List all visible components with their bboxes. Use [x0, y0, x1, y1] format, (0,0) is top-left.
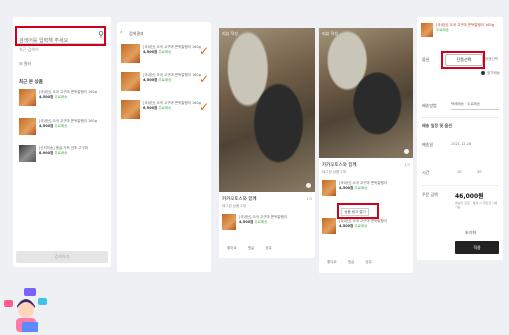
highlight-box	[15, 26, 106, 46]
product-thumbnail	[121, 72, 140, 91]
list-item[interactable]: [국내산] 오곡 고구마 쫀득말랭이 160g 4,500원 무료배송	[19, 89, 109, 113]
option-bundle-button[interactable]: 묶음선택	[485, 57, 498, 62]
product-thumbnail	[121, 100, 140, 119]
photo-caption: 리뷰 작성	[322, 31, 338, 36]
divider	[421, 185, 499, 186]
like-link[interactable]: 좋아요	[327, 260, 337, 264]
highlight-box	[441, 51, 485, 69]
hour-field[interactable]: 10	[457, 170, 461, 174]
product-thumbnail	[222, 214, 236, 230]
checkmark-icon: ✓	[198, 100, 209, 114]
list-item[interactable]: [국내산] 오곡 고구마 쫀득말랭이 4,500원 무료배송	[222, 214, 310, 234]
product-price: 4,500원	[339, 224, 354, 228]
total-amount: 46,000원	[455, 193, 484, 200]
results-panel: ‹ 검색결과 [국내산] 오곡 고구마 쫀득말랭이 160g 4,500원 무료…	[117, 22, 211, 272]
time-label: 시간	[422, 170, 430, 175]
product-tag: 무료배송	[54, 124, 68, 128]
radio-dot-icon	[481, 71, 485, 75]
list-item[interactable]: [국내산] 오곡 고구마 쫀득말랭이 160g 4,500원 무료배송	[19, 118, 109, 142]
like-link[interactable]: 좋아요	[227, 246, 237, 250]
total-label: 주문 금액	[422, 192, 438, 197]
minute-field[interactable]: 30	[477, 170, 481, 174]
tag-dot-icon[interactable]	[306, 183, 311, 188]
product-thumbnail	[121, 44, 140, 63]
product-price: 4,500원	[143, 50, 158, 54]
product-price: 8,900원	[39, 151, 54, 155]
post-subtitle: 태그된 상품 2개	[322, 170, 346, 174]
product-thumbnail	[322, 218, 336, 234]
post-counter: 1/3	[404, 163, 410, 167]
reset-button[interactable]: 초기화	[465, 230, 476, 236]
mascot-illustration	[4, 288, 47, 332]
post-screen-a: 리뷰 작성 카카오토스와 함께 1/3 태그된 상품 2개 [국내산] 오곡 고…	[219, 28, 315, 258]
checkmark-icon: ✓	[198, 72, 209, 86]
list-item[interactable]: [국내산] 오곡 고구마 쫀득말랭이 160g 6,900원 무료배송 ✓	[121, 100, 209, 125]
product-price: 4,500원	[39, 124, 54, 128]
post-counter: 1/3	[306, 197, 312, 201]
filter-button[interactable]: ☰ 필터	[19, 61, 31, 67]
share-link[interactable]: 공유	[365, 260, 371, 264]
product-thumbnail	[19, 118, 36, 135]
product-price: 4,500원	[339, 186, 354, 190]
date-field[interactable]: 2021.12.28	[451, 142, 471, 146]
product-thumbnail	[19, 145, 36, 162]
post-actions: 좋아요 댓글 공유	[227, 246, 282, 251]
radio-label: 정기배송	[487, 71, 500, 75]
post-actions: 좋아요 댓글 공유	[327, 260, 382, 265]
product-tag: 무료배송	[54, 151, 68, 155]
subscription-radio[interactable]: 정기배송	[481, 71, 500, 76]
product-tag: 무료배송	[254, 220, 268, 224]
comment-link[interactable]: 댓글	[248, 246, 254, 250]
post-screen-b: 리뷰 작성 카카오토스와 함께 1/3 태그된 상품 2개 [국내산] 오곡 고…	[319, 28, 413, 273]
product-price: 4,500원	[143, 78, 158, 82]
total-note: 배송비 포함 · 결제 시 적립금 사용 가능	[455, 201, 498, 209]
product-price: 6,900원	[143, 106, 158, 110]
list-item[interactable]: [국내산] 오곡 고구마 쫀득말랭이 160g 4,500원 무료배송 ✓	[121, 44, 209, 69]
product-tag: 무료배송	[436, 28, 449, 32]
recent-search-label: 최근 검색어	[19, 47, 39, 52]
list-item[interactable]: [국내산] 오곡 고구마 쫀득말랭이 160g 4,500원 무료배송 ✓	[121, 72, 209, 97]
product-tag: 무료배송	[158, 78, 172, 82]
post-title: 카카오토스와 함께	[222, 197, 257, 202]
product-thumbnail	[322, 180, 336, 196]
product-price: 4,500원	[39, 95, 54, 99]
highlight-box	[337, 203, 379, 219]
section-title: 최근 본 상품	[19, 80, 43, 85]
product-tag: 무료배송	[158, 106, 172, 110]
search-submit-button[interactable]: 검색하기	[16, 251, 108, 263]
post-title: 카카오토스와 함께	[322, 163, 357, 168]
search-panel: ⚲ 최근 검색어 ☰ 필터 최근 본 상품 [국내산] 오곡 고구마 쫀득말랭이…	[13, 17, 111, 267]
filter-icon: ☰	[19, 61, 23, 66]
list-item[interactable]: [국내산] 오곡 고구마 쫀득말랭이 4,500원 무료배송	[322, 218, 410, 238]
date-label: 배송일	[422, 142, 434, 147]
product-tag: 무료배송	[354, 224, 368, 228]
list-item[interactable]: [국내산] 오곡 고구마 쫀득말랭이 4,500원 무료배송	[322, 180, 410, 200]
option-label: 옵션	[422, 57, 430, 62]
results-title: 검색결과	[129, 31, 144, 36]
product-tag: 무료배송	[158, 50, 172, 54]
photo-caption: 리뷰 작성	[222, 31, 238, 36]
divider	[421, 117, 499, 118]
chevron-left-icon[interactable]: ‹	[120, 29, 122, 36]
product-thumbnail	[19, 89, 36, 106]
apply-button[interactable]: 적용	[455, 241, 499, 254]
product-price: 4,500원	[239, 220, 254, 224]
delivery-label: 배송방법	[422, 103, 437, 108]
comment-link[interactable]: 댓글	[348, 260, 354, 264]
product-tag: 무료배송	[354, 186, 368, 190]
delivery-select[interactable]: 택배배송 · 무료배송	[451, 102, 499, 110]
product-tag: 무료배송	[54, 95, 68, 99]
share-link[interactable]: 공유	[265, 246, 271, 250]
post-photo[interactable]: 리뷰 작성	[219, 28, 315, 192]
tag-dot-icon[interactable]	[404, 149, 409, 154]
schedule-section-title: 배송 일정 및 옵션	[422, 123, 452, 128]
checkmark-icon: ✓	[198, 44, 209, 58]
product-thumbnail	[421, 23, 433, 37]
post-photo[interactable]: 리뷰 작성	[319, 28, 413, 158]
post-subtitle: 태그된 상품 2개	[222, 204, 246, 208]
filter-label: 필터	[23, 61, 32, 66]
list-item[interactable]: [산지직송] 햇살 가득 건조 고구마 8,900원 무료배송	[19, 145, 109, 169]
